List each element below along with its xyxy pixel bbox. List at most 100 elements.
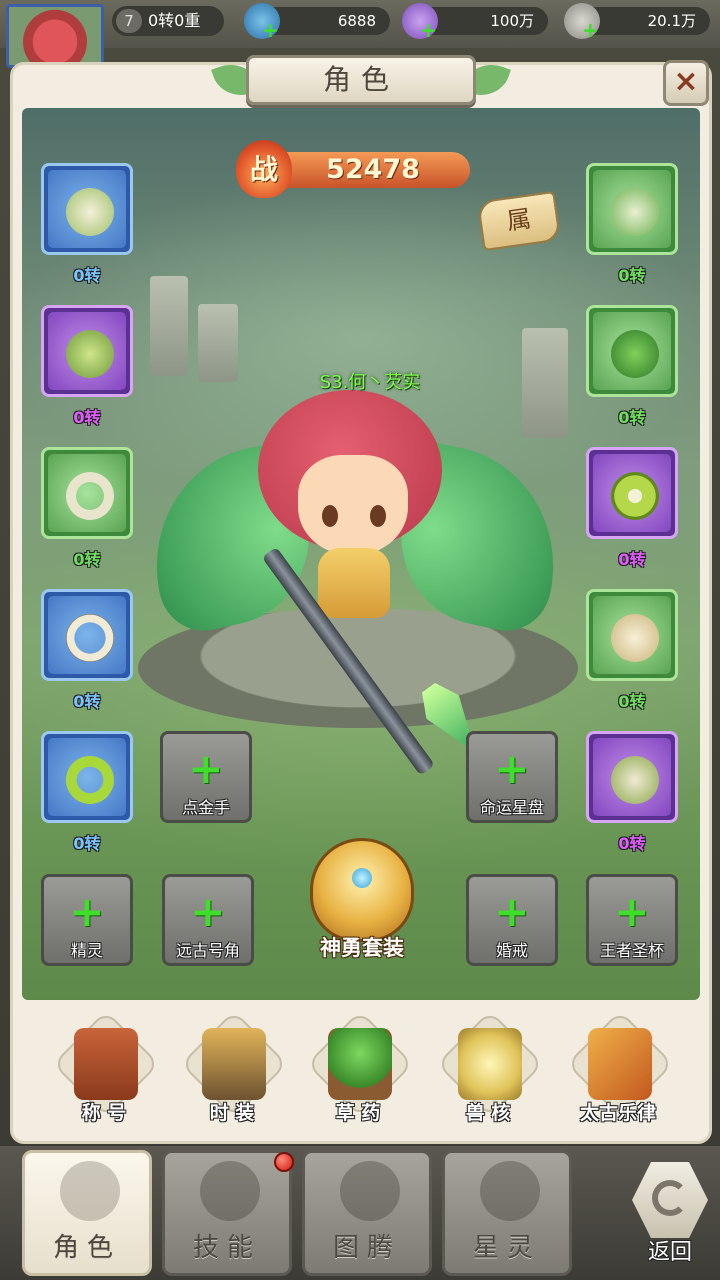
equip-level: 0转 bbox=[618, 266, 646, 285]
equip-slot-boots[interactable] bbox=[586, 731, 678, 823]
king-grail-label: 王者圣杯 bbox=[599, 941, 664, 960]
equip-level: 0转 bbox=[618, 692, 646, 711]
ancient-horn-label: 远古号角 bbox=[175, 941, 240, 960]
equip-slot-belt[interactable] bbox=[586, 447, 678, 539]
golden-hand-label: 点金手 bbox=[181, 798, 230, 817]
ancient-horn-slot[interactable]: + 远古号角 bbox=[162, 874, 254, 966]
player-name: S3.何丶芡实 bbox=[319, 372, 421, 393]
notification-dot bbox=[274, 1152, 294, 1172]
feature-title[interactable]: 称 号 bbox=[52, 1010, 160, 1128]
panel-title: 角色 bbox=[246, 55, 476, 105]
add-icon: + bbox=[188, 744, 224, 793]
fate-star-disk-label: 命运星盘 bbox=[479, 798, 544, 817]
leaf-armor-icon bbox=[611, 330, 659, 378]
equip-level: 0转 bbox=[618, 834, 646, 853]
resource-stone[interactable]: + 20.1万 bbox=[564, 3, 710, 40]
equip-slot-bracer[interactable] bbox=[41, 305, 133, 397]
resource-flower[interactable]: + 100万 bbox=[402, 3, 548, 40]
feature-title-label: 称 号 bbox=[81, 1102, 127, 1124]
armor-icon bbox=[202, 1028, 266, 1100]
feature-fashion[interactable]: 时 装 bbox=[180, 1010, 288, 1128]
hero-body bbox=[318, 548, 390, 618]
fate-star-disk-slot[interactable]: + 命运星盘 bbox=[466, 731, 558, 823]
add-icon: + bbox=[69, 887, 105, 936]
totem-icon bbox=[340, 1161, 400, 1221]
combat-power-banner: 52478 战 bbox=[236, 140, 476, 198]
equip-slot-armor[interactable] bbox=[586, 305, 678, 397]
wedding-ring-label: 婚戒 bbox=[495, 941, 528, 960]
equip-slot-ring[interactable] bbox=[41, 447, 133, 539]
ruin-pillar bbox=[522, 328, 568, 438]
star-icon bbox=[480, 1161, 540, 1221]
feature-ancient-music-label: 太古乐律 bbox=[579, 1102, 656, 1124]
tab-character[interactable]: 角色 bbox=[22, 1150, 152, 1276]
flower-value: 100万 bbox=[490, 12, 534, 30]
tab-totem[interactable]: 图腾 bbox=[302, 1150, 432, 1276]
bracer-icon bbox=[66, 330, 114, 378]
tab-star-spirit-label: 星灵 bbox=[472, 1233, 541, 1263]
tab-totem-label: 图腾 bbox=[332, 1233, 401, 1263]
add-icon: + bbox=[190, 887, 226, 936]
add-flower-icon[interactable]: + bbox=[420, 20, 437, 40]
brave-suit-button[interactable]: 神勇套装 bbox=[296, 838, 428, 968]
close-button[interactable]: × bbox=[663, 60, 709, 106]
belt-icon bbox=[611, 472, 659, 520]
feature-fashion-label: 时 装 bbox=[209, 1102, 255, 1124]
character-icon bbox=[60, 1161, 120, 1221]
golden-hand-slot[interactable]: + 点金手 bbox=[160, 731, 252, 823]
equip-level: 0转 bbox=[73, 834, 101, 853]
feature-beast-core[interactable]: 兽 核 bbox=[436, 1010, 544, 1128]
equip-slot-weapon[interactable] bbox=[41, 163, 133, 255]
character-screen: 7 0转0重 + 6888 + 100万 + 20.1万 角色 × S3.何丶芡… bbox=[0, 0, 720, 1280]
equip-level: 0转 bbox=[618, 408, 646, 427]
thorn-ring-icon bbox=[66, 756, 114, 804]
tab-skills-label: 技能 bbox=[192, 1233, 261, 1263]
suit-gem-icon bbox=[352, 868, 372, 888]
spear-head-icon bbox=[66, 188, 114, 236]
equip-slot-necklace[interactable] bbox=[41, 589, 133, 681]
add-icon: + bbox=[614, 887, 650, 936]
ruin-pillar bbox=[150, 276, 188, 376]
feature-beast-core-label: 兽 核 bbox=[465, 1102, 511, 1124]
equip-slot-helmet[interactable] bbox=[586, 163, 678, 255]
leaf-helmet-icon bbox=[611, 188, 659, 236]
ancient-drum-icon bbox=[588, 1028, 652, 1100]
hero-eye bbox=[322, 505, 338, 527]
resource-gem[interactable]: + 6888 bbox=[244, 3, 390, 40]
equip-level: 0转 bbox=[73, 408, 101, 427]
suit-badge-icon bbox=[310, 838, 414, 942]
feature-ancient-music[interactable]: 太古乐律 bbox=[566, 1010, 674, 1128]
equip-slot-skirt[interactable] bbox=[586, 589, 678, 681]
leaf-skirt-icon bbox=[611, 614, 659, 662]
skill-swirl-icon bbox=[200, 1161, 260, 1221]
equip-level: 0转 bbox=[618, 550, 646, 569]
equip-level: 0转 bbox=[73, 266, 101, 285]
combat-flame-icon: 战 bbox=[236, 140, 292, 198]
add-gem-icon[interactable]: + bbox=[262, 20, 279, 40]
wedding-ring-slot[interactable]: + 婚戒 bbox=[466, 874, 558, 966]
back-button[interactable]: 返回 bbox=[624, 1160, 716, 1265]
boots-icon bbox=[611, 756, 659, 804]
spirit-slot[interactable]: + 精灵 bbox=[41, 874, 133, 966]
player-avatar[interactable] bbox=[6, 4, 104, 68]
tab-star-spirit[interactable]: 星灵 bbox=[442, 1150, 572, 1276]
add-stone-icon[interactable]: + bbox=[582, 20, 599, 40]
herb-icon bbox=[328, 1028, 392, 1100]
equip-slot-amulet[interactable] bbox=[41, 731, 133, 823]
tab-skills[interactable]: 技能 bbox=[162, 1150, 292, 1276]
add-icon: + bbox=[494, 744, 530, 793]
beast-core-icon bbox=[458, 1028, 522, 1100]
tab-character-label: 角色 bbox=[52, 1233, 121, 1263]
king-grail-slot[interactable]: + 王者圣杯 bbox=[586, 874, 678, 966]
equip-level: 0转 bbox=[73, 692, 101, 711]
tooth-necklace-icon bbox=[66, 614, 114, 662]
feature-herb[interactable]: 草 药 bbox=[306, 1010, 414, 1128]
gem-value: 6888 bbox=[337, 12, 376, 30]
back-swirl-icon bbox=[652, 1180, 688, 1216]
level-rebirth-display: 7 0转0重 bbox=[112, 6, 224, 36]
suit-label: 神勇套装 bbox=[320, 936, 404, 960]
rebirth-text: 0转0重 bbox=[148, 11, 201, 30]
hero-face bbox=[298, 455, 408, 555]
add-icon: + bbox=[494, 887, 530, 936]
combat-power-value: 52478 bbox=[276, 152, 470, 188]
